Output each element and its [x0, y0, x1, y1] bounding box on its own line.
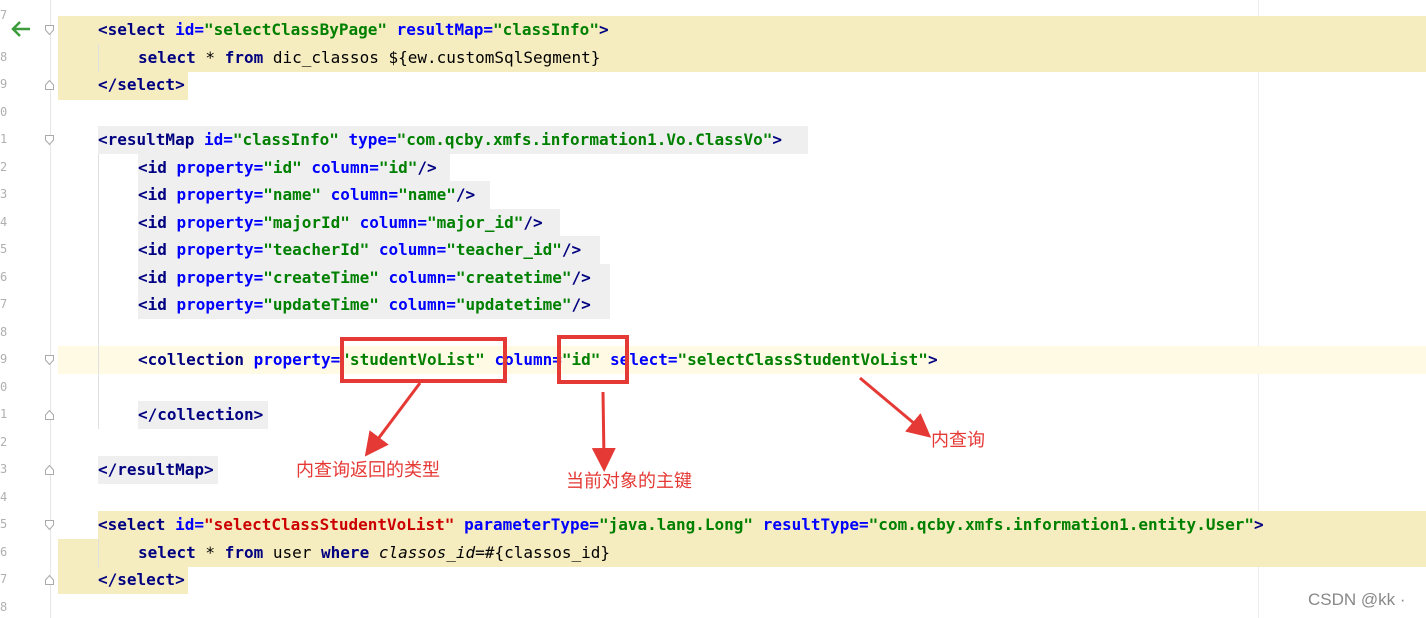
annotation-primary-key: 当前对象的主键 — [566, 471, 692, 492]
annotation-arrows — [364, 376, 932, 472]
arrow-to-property-type — [364, 382, 422, 457]
arrow-to-primary-key — [591, 391, 616, 472]
annotation-inner-query: 内查询 — [931, 430, 985, 451]
annotation-property-type: 内查询返回的类型 — [296, 460, 440, 481]
watermark: CSDN @kk · — [1308, 590, 1406, 609]
arrow-to-inner-query — [859, 376, 932, 438]
